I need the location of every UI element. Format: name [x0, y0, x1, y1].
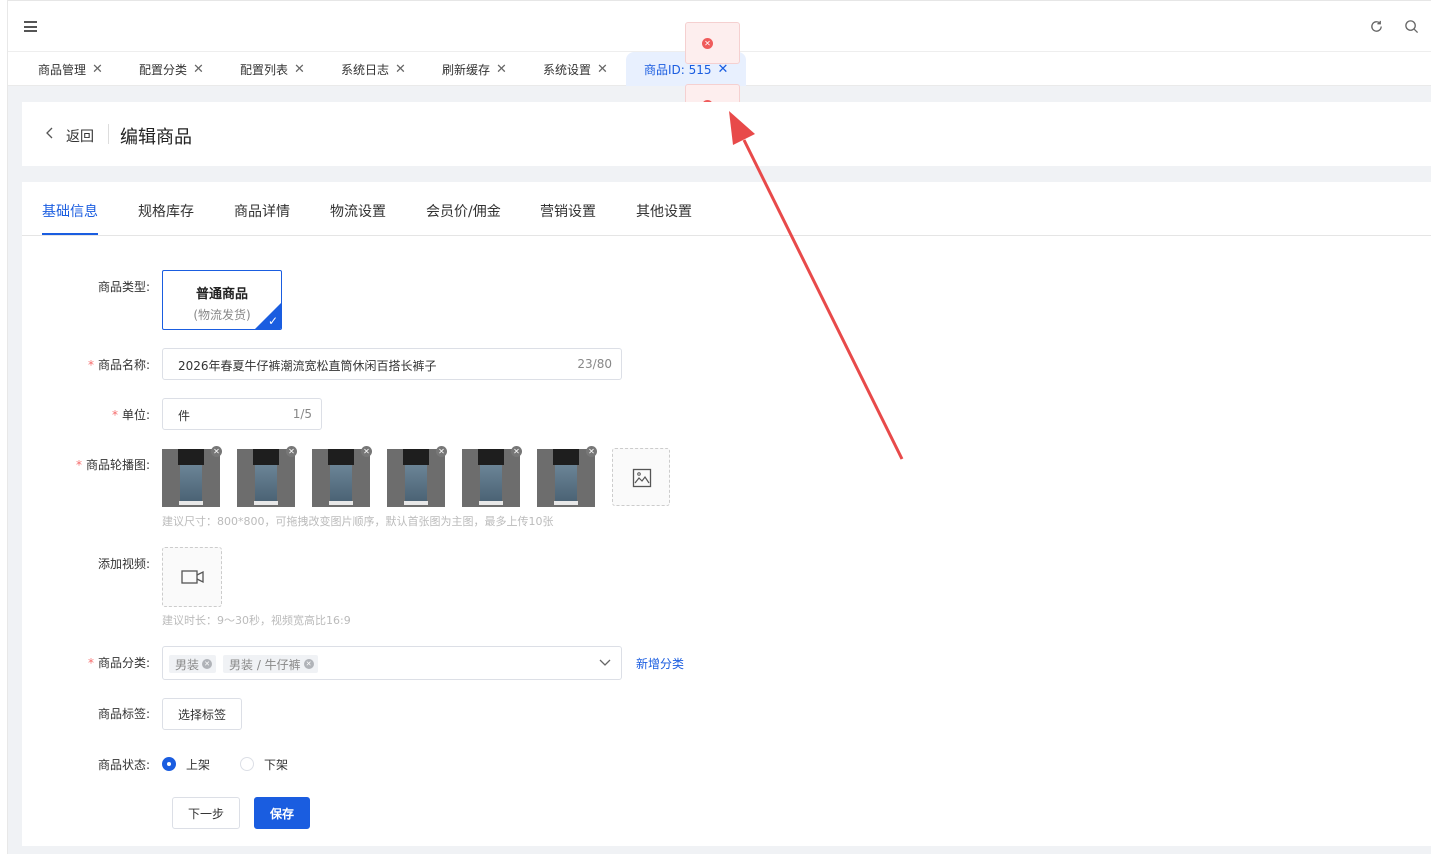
close-icon[interactable]: ✕ — [294, 62, 305, 77]
chevron-down-icon[interactable] — [599, 659, 611, 667]
tab-config-category[interactable]: 配置分类 ✕ — [139, 52, 204, 86]
tab-basic-info[interactable]: 基础信息 — [42, 201, 98, 221]
tab-marketing[interactable]: 营销设置 — [540, 201, 596, 221]
unit-input[interactable]: 件 1/5 — [162, 398, 322, 430]
main-form-card: 基础信息 规格库存 商品详情 物流设置 会员价/佣金 营销设置 其他设置 商品类… — [22, 182, 1431, 846]
remove-image-icon[interactable]: ✕ — [436, 446, 447, 457]
tab-label: 系统日志 — [341, 62, 390, 77]
category-select[interactable]: 男装 ✕ 男装 / 牛仔裤 ✕ — [162, 646, 622, 680]
status-off-radio[interactable] — [240, 757, 254, 771]
type-option-title: 普通商品 — [195, 287, 248, 302]
divider — [108, 124, 109, 144]
tab-system-settings[interactable]: 系统设置 ✕ — [543, 52, 608, 86]
tab-other-settings[interactable]: 其他设置 — [636, 201, 692, 221]
carousel-image[interactable] — [312, 449, 370, 507]
search-icon[interactable] — [1404, 19, 1419, 34]
active-tab-indicator — [42, 233, 98, 235]
video-camera-icon — [181, 570, 204, 584]
tab-label: 商品管理 — [38, 62, 87, 77]
image-upload-button[interactable] — [612, 448, 670, 506]
remove-image-icon[interactable]: ✕ — [586, 446, 597, 457]
unit-count: 1/5 — [292, 407, 312, 421]
close-icon[interactable]: ✕ — [496, 62, 507, 77]
menu-toggle-icon[interactable] — [24, 21, 37, 32]
remove-image-icon[interactable]: ✕ — [361, 446, 372, 457]
tab-label: 系统设置 — [543, 62, 592, 77]
tab-label: 刷新缓存 — [442, 62, 491, 77]
status-on-radio[interactable] — [162, 757, 176, 771]
carousel-image[interactable] — [237, 449, 295, 507]
error-icon: ✕ — [702, 38, 713, 49]
section-tabs: 基础信息 规格库存 商品详情 物流设置 会员价/佣金 营销设置 其他设置 — [22, 182, 1431, 236]
tab-refresh-cache[interactable]: 刷新缓存 ✕ — [442, 52, 507, 86]
close-icon[interactable]: ✕ — [92, 62, 103, 77]
top-right-actions — [1369, 19, 1419, 34]
choose-tag-button[interactable]: 选择标签 — [162, 698, 242, 730]
tab-logistics[interactable]: 物流设置 — [330, 201, 386, 221]
goods-name-value: 2026年春夏牛仔裤潮流宽松直筒休闲百搭长裤子 — [178, 359, 437, 373]
carousel-hint: 建议尺寸：800*800，可拖拽改变图片顺序，默认首张图为主图，最多上传10张 — [162, 515, 554, 528]
video-label: 添加视频: — [97, 557, 150, 571]
video-hint: 建议时长：9～30秒，视频宽高比16:9 — [162, 614, 351, 627]
save-button[interactable]: 保存 — [254, 797, 310, 829]
type-label: 商品类型: — [97, 280, 150, 294]
check-icon: ✓ — [267, 314, 278, 328]
status-label: 商品状态: — [97, 758, 150, 772]
close-icon[interactable]: ✕ — [395, 62, 406, 77]
tab-spec-stock[interactable]: 规格库存 — [138, 201, 194, 221]
video-upload-button[interactable] — [162, 547, 222, 607]
add-category-link[interactable]: 新增分类 — [636, 655, 684, 672]
carousel-image[interactable] — [162, 449, 220, 507]
carousel-image[interactable] — [462, 449, 520, 507]
close-icon[interactable]: ✕ — [597, 62, 608, 77]
status-off-label[interactable]: 下架 — [264, 756, 288, 773]
carousel-image[interactable] — [387, 449, 445, 507]
chevron-left-icon[interactable] — [46, 127, 54, 139]
tab-label: 配置分类 — [139, 62, 188, 77]
category-label: * 商品分类: — [87, 656, 150, 670]
image-icon — [632, 468, 652, 488]
tag-label: 商品标签: — [97, 707, 150, 721]
carousel-image[interactable] — [537, 449, 595, 507]
status-on-label[interactable]: 上架 — [186, 756, 210, 773]
remove-image-icon[interactable]: ✕ — [211, 446, 222, 457]
refresh-icon[interactable] — [1369, 19, 1384, 34]
tab-goods-detail[interactable]: 商品详情 — [234, 201, 290, 221]
remove-image-icon[interactable]: ✕ — [286, 446, 297, 457]
tab-goods-manage[interactable]: 商品管理 ✕ — [38, 52, 103, 86]
page-header: 返回 编辑商品 — [22, 102, 1431, 166]
unit-value: 件 — [178, 409, 191, 423]
goods-name-count: 23/80 — [577, 357, 612, 371]
close-icon[interactable]: ✕ — [193, 62, 204, 77]
name-label: * 商品名称: — [87, 358, 150, 372]
tab-system-log[interactable]: 系统日志 ✕ — [341, 52, 406, 86]
remove-image-icon[interactable]: ✕ — [511, 446, 522, 457]
page-title: 编辑商品 — [120, 127, 192, 148]
close-icon[interactable]: ✕ — [202, 659, 213, 669]
close-icon[interactable]: ✕ — [303, 659, 314, 669]
goods-name-input[interactable]: 2026年春夏牛仔裤潮流宽松直筒休闲百搭长裤子 23/80 — [162, 348, 622, 380]
carousel-label: * 商品轮播图: — [75, 458, 150, 472]
next-step-button[interactable]: 下一步 — [172, 797, 240, 829]
back-button[interactable]: 返回 — [66, 126, 94, 146]
tab-member-price[interactable]: 会员价/佣金 — [426, 201, 501, 221]
type-option-normal[interactable]: 普通商品 (物流发货) ✓ — [162, 270, 282, 330]
unit-label: * 单位: — [111, 408, 150, 422]
category-tag: 男装 ✕ — [169, 655, 217, 673]
left-edge — [0, 0, 8, 854]
tab-config-list[interactable]: 配置列表 ✕ — [240, 52, 305, 86]
error-toast: ✕ — [685, 22, 740, 64]
category-tag: 男装 / 牛仔裤 ✕ — [223, 655, 318, 673]
tab-label: 配置列表 — [240, 62, 289, 77]
